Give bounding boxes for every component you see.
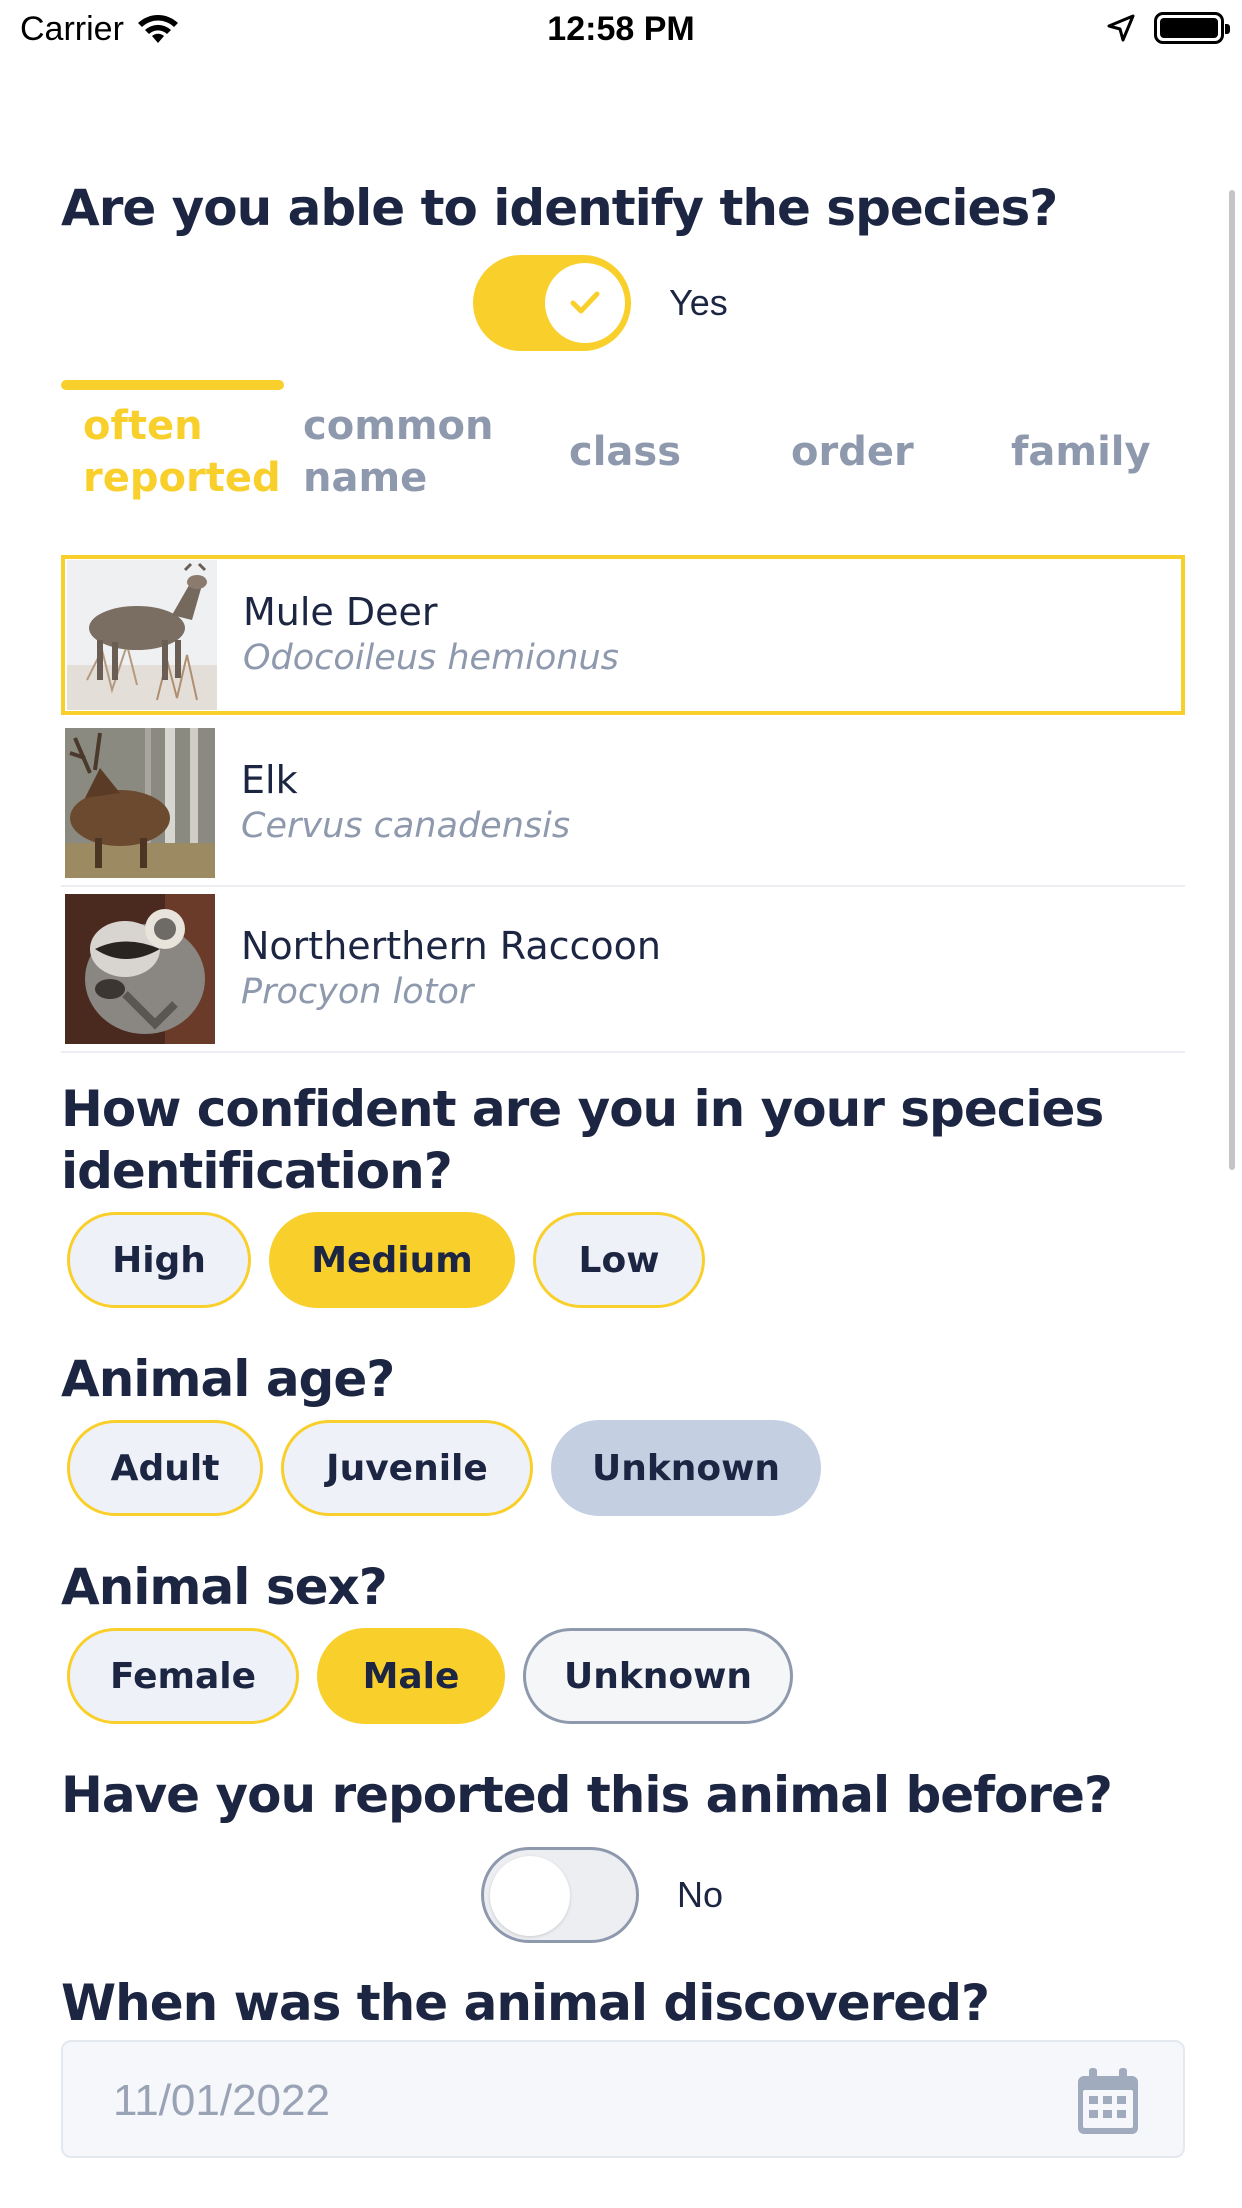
species-common-name: Elk xyxy=(241,758,298,802)
tab-class[interactable]: class xyxy=(569,426,681,478)
location-arrow-icon xyxy=(1107,14,1135,42)
species-text: Northerthern Raccoon Procyon lotor xyxy=(241,923,661,1015)
identify-toggle-row: Yes xyxy=(473,255,728,351)
confidence-high-chip[interactable]: High xyxy=(67,1212,251,1308)
check-icon xyxy=(570,291,600,314)
species-tabs: often reported common name class order f… xyxy=(61,380,1185,510)
raccoon-photo xyxy=(65,894,215,1044)
toggle-knob xyxy=(490,1856,570,1936)
species-latin-name: Procyon lotor xyxy=(241,972,474,1012)
status-bar: Carrier 12:58 PM xyxy=(0,0,1242,60)
identify-toggle[interactable] xyxy=(473,255,631,351)
species-text: Elk Cervus canadensis xyxy=(241,757,570,849)
elk-photo xyxy=(65,728,215,878)
mule-deer-photo xyxy=(67,560,217,710)
confidence-question: How confident are you in your species id… xyxy=(61,1080,1104,1200)
tab-family[interactable]: family xyxy=(1011,426,1151,478)
confidence-low-chip[interactable]: Low xyxy=(533,1212,705,1308)
toggle-knob xyxy=(545,263,625,343)
species-common-name: Mule Deer xyxy=(243,590,438,634)
discovered-question: When was the animal discovered? xyxy=(61,1974,990,2032)
reported-before-toggle-row: No xyxy=(481,1847,723,1943)
species-latin-name: Odocoileus hemionus xyxy=(243,638,619,678)
reported-before-question: Have you reported this animal before? xyxy=(61,1766,1113,1824)
age-options: Adult Juvenile Unknown xyxy=(67,1420,821,1516)
sex-unknown-chip[interactable]: Unknown xyxy=(523,1628,793,1724)
age-juvenile-chip[interactable]: Juvenile xyxy=(281,1420,533,1516)
confidence-options: High Medium Low xyxy=(67,1212,705,1308)
species-item-mule-deer[interactable]: Mule Deer Odocoileus hemionus xyxy=(61,555,1185,715)
age-unknown-chip[interactable]: Unknown xyxy=(551,1420,821,1516)
status-right xyxy=(1106,12,1230,44)
sex-male-chip[interactable]: Male xyxy=(317,1628,505,1724)
species-list: Mule Deer Odocoileus hemionus Elk Cervus… xyxy=(61,555,1185,1053)
calendar-icon[interactable] xyxy=(1075,2066,1141,2138)
reported-before-toggle[interactable] xyxy=(481,1847,639,1943)
scroll-indicator[interactable] xyxy=(1229,190,1235,1170)
confidence-medium-chip[interactable]: Medium xyxy=(269,1212,515,1308)
identify-toggle-label: Yes xyxy=(669,282,728,323)
tab-often-reported[interactable]: often reported xyxy=(83,400,283,504)
sex-question: Animal sex? xyxy=(61,1558,388,1616)
tab-order[interactable]: order xyxy=(791,426,914,478)
species-common-name: Northerthern Raccoon xyxy=(241,924,661,968)
age-adult-chip[interactable]: Adult xyxy=(67,1420,263,1516)
discovered-date-value: 11/01/2022 xyxy=(113,2076,330,2125)
discovered-date-field[interactable]: 11/01/2022 xyxy=(61,2040,1185,2158)
active-tab-indicator xyxy=(61,380,284,390)
tab-common-name[interactable]: common name xyxy=(303,400,503,504)
status-time: 12:58 PM xyxy=(547,10,695,48)
species-text: Mule Deer Odocoileus hemionus xyxy=(243,589,619,681)
reported-before-toggle-label: No xyxy=(677,1874,724,1915)
species-item-elk[interactable]: Elk Cervus canadensis xyxy=(61,721,1185,887)
species-latin-name: Cervus canadensis xyxy=(241,806,571,846)
species-item-raccoon[interactable]: Northerthern Raccoon Procyon lotor xyxy=(61,887,1185,1053)
sex-female-chip[interactable]: Female xyxy=(67,1628,299,1724)
battery-icon xyxy=(1154,12,1230,44)
identify-question: Are you able to identify the species? xyxy=(61,179,1058,237)
age-question: Animal age? xyxy=(61,1350,395,1408)
sex-options: Female Male Unknown xyxy=(67,1628,793,1724)
